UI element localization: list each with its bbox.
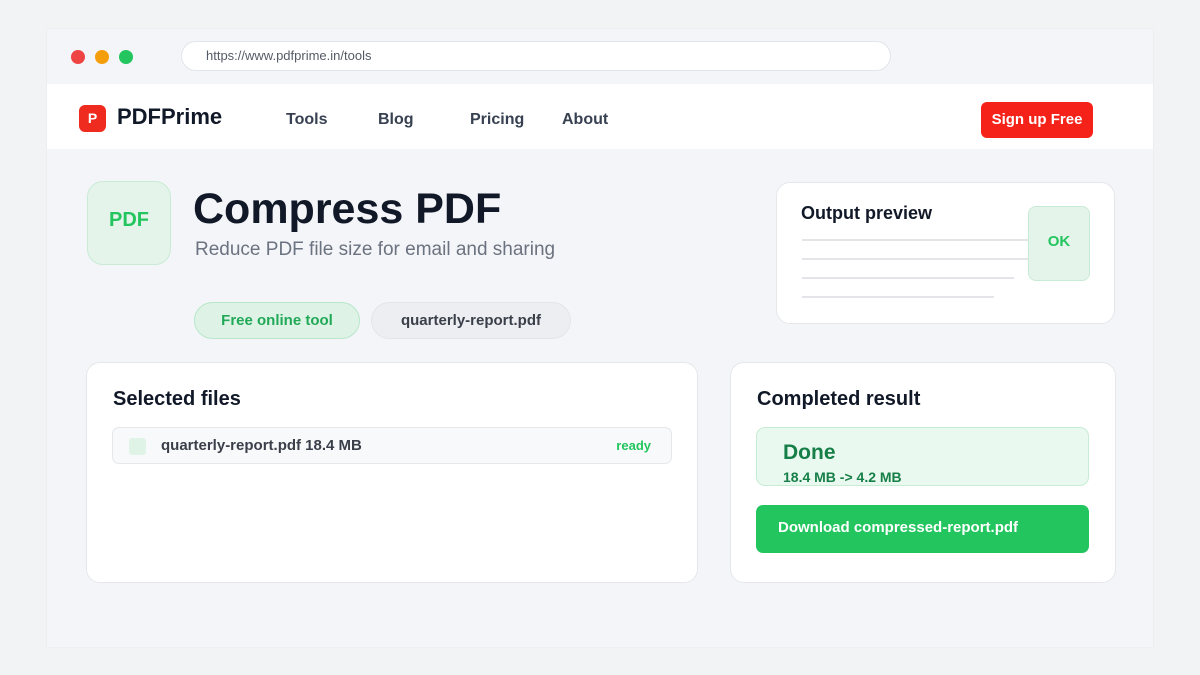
file-name: quarterly-report.pdf 18.4 MB (161, 437, 362, 454)
file-row[interactable]: quarterly-report.pdf 18.4 MB ready (112, 427, 672, 464)
nav-link-blog[interactable]: Blog (378, 111, 414, 129)
output-preview-title: Output preview (801, 203, 933, 223)
result-status-title: Done (783, 441, 836, 464)
page-title: Compress PDF (193, 185, 502, 233)
nav-link-pricing[interactable]: Pricing (470, 111, 524, 129)
preview-line (802, 239, 1042, 241)
brand-name[interactable]: PDFPrime (117, 104, 222, 130)
maximize-window-button[interactable] (119, 50, 133, 64)
address-bar[interactable]: https://www.pdfprime.in/tools (181, 41, 891, 71)
page-subtitle: Reduce PDF file size for email and shari… (195, 239, 556, 260)
result-status-box: Done 18.4 MB -> 4.2 MB (756, 427, 1089, 486)
download-button[interactable]: Download compressed-report.pdf (756, 505, 1089, 553)
nav-link-about[interactable]: About (562, 111, 608, 129)
browser-chrome: https://www.pdfprime.in/tools (47, 29, 1153, 84)
free-tool-badge: Free online tool (194, 302, 360, 339)
pdf-tool-icon: PDF (87, 181, 171, 265)
file-status-badge: ready (616, 438, 651, 453)
ok-badge: OK (1028, 206, 1090, 281)
selected-files-heading: Selected files (113, 388, 241, 410)
nav-link-tools[interactable]: Tools (286, 111, 327, 129)
signup-button[interactable]: Sign up Free (981, 102, 1093, 138)
completed-result-card: Completed result Done 18.4 MB -> 4.2 MB … (730, 362, 1116, 583)
site-header: P PDFPrime Tools Blog Pricing About Sign… (47, 84, 1153, 149)
completed-result-heading: Completed result (757, 388, 921, 410)
close-window-button[interactable] (71, 50, 85, 64)
minimize-window-button[interactable] (95, 50, 109, 64)
file-name-chip: quarterly-report.pdf (371, 302, 571, 339)
preview-line (802, 277, 1014, 279)
size-reduction-text: 18.4 MB -> 4.2 MB (783, 469, 902, 485)
output-preview-card: Output preview OK (776, 182, 1115, 324)
selected-files-card: Selected files quarterly-report.pdf 18.4… (86, 362, 698, 583)
logo-icon[interactable]: P (79, 105, 106, 132)
file-checkbox[interactable] (129, 438, 146, 455)
preview-line (802, 296, 994, 298)
browser-window: https://www.pdfprime.in/tools P PDFPrime… (46, 28, 1154, 648)
preview-line (802, 258, 1034, 260)
